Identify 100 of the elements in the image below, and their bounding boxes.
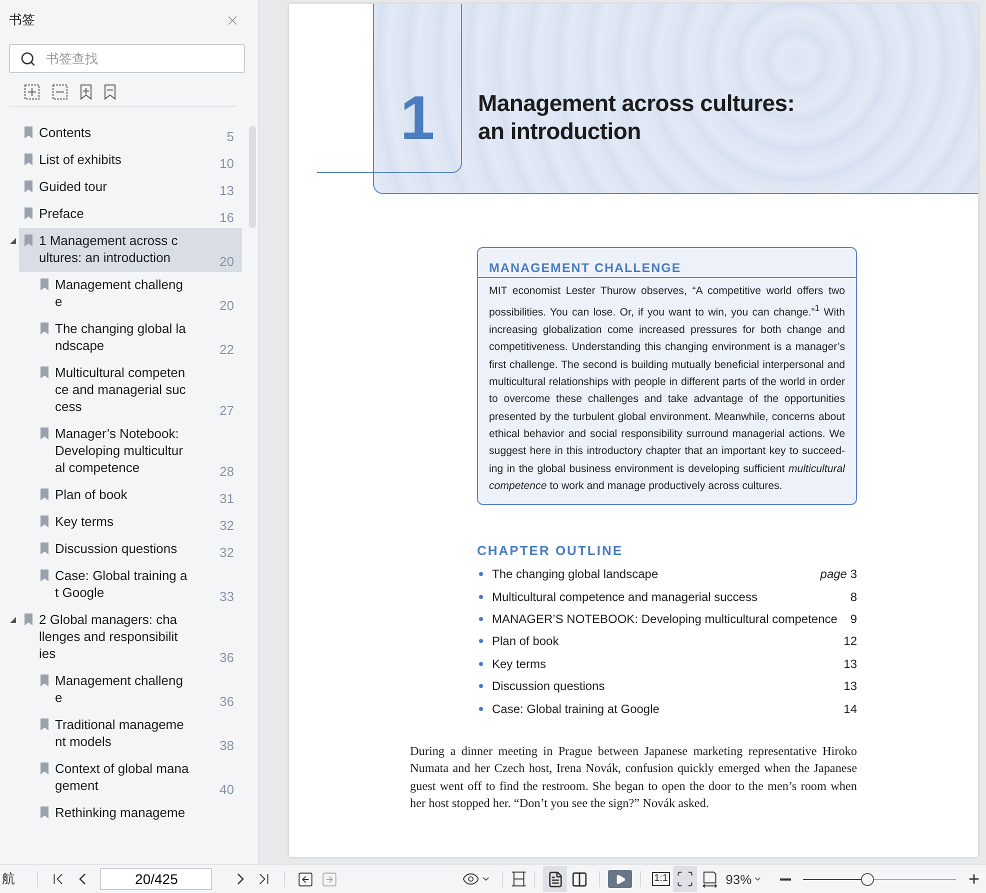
outline-page: 8 [850,590,857,604]
bookmark-label: 1 Management across cultures: an introduction [39,232,179,266]
search-input[interactable]: 书签查找 [44,50,234,67]
bookmark-item[interactable]: Plan of book 31 [19,482,242,509]
bookmark-item[interactable]: Manager’s Notebook: Developing multicultural competence 28 [19,421,242,482]
bookmark-item[interactable]: Guided tour 13 [19,174,242,201]
bookmark-icon [24,180,33,193]
page-number: 22 [220,342,234,357]
bookmark-label: Management challenge [55,672,184,706]
outline-page: page 3 [820,567,857,582]
chapter-title: Management across cultures: an introduction [478,89,796,145]
bookmark-item[interactable]: Traditional management models 38 [19,712,242,756]
chapter-number: 1 [400,88,435,150]
search-icon [20,50,36,66]
bookmark-icon [40,762,49,775]
collapse-all-icon[interactable] [52,84,68,100]
outline-page: 14 [844,702,857,716]
remove-bookmark-icon[interactable] [104,84,116,100]
bookmark-item[interactable]: Multicultural competence and managerial success 27 [19,360,242,421]
bookmark-icon [40,674,49,687]
outline-page: 13 [844,679,857,694]
bookmark-item[interactable]: Rethinking manageme [19,800,242,827]
outline-page: 12 [844,634,857,648]
bookmark-icon [40,569,49,582]
fit-page-icon [676,870,694,888]
outline-page: 9 [850,612,857,626]
bookmark-item[interactable]: Context of global management 40 [19,756,242,800]
bookmark-label: The changing global landscape [55,320,187,354]
box-heading: MANAGEMENT CHALLENGE [478,248,856,278]
bullet-icon [479,594,483,599]
add-bookmark-icon[interactable] [80,84,92,100]
bookmark-item[interactable]: Case: Global training at Google 33 [19,563,242,607]
search-field[interactable]: 书签查找 [9,44,245,73]
play-button[interactable] [608,870,632,888]
page-number: 40 [220,782,234,797]
panel-title: 书签 [9,11,35,29]
scrollbar[interactable] [249,126,256,228]
bookmark-label: Contents [39,124,92,141]
bookmark-icon [40,542,49,555]
page-number: 28 [220,464,234,479]
bookmark-label: Plan of book [55,486,128,503]
page-number: 20 [220,254,234,269]
bookmark-label: Context of global management [55,760,189,794]
nav-label: 航 [2,870,16,888]
bookmark-label: Traditional management models [55,716,185,750]
bookmark-item[interactable]: List of exhibits 10 [19,147,242,174]
fit-page-button[interactable] [673,866,698,892]
bookmark-label: Discussion questions [55,540,178,557]
page-field[interactable]: 20/425 [100,868,212,890]
outline-item: Plan of book [492,634,559,648]
actual-size-button[interactable]: 1:1 [649,866,674,892]
bookmark-icon [40,488,49,501]
bookmark-item[interactable]: The changing global landscape 22 [19,316,242,360]
page-number: 32 [220,518,234,533]
box-text: MIT economist Lester Thurow observes, “A competitive world offers two possibilities. You can lose. Or, if you want to win, you can change.”$^{1}$ With increasing globalization come increased pressures for both change and competitiveness. Understanding this changing environment is a manager’s first challenge. The second is building mutually beneficial interpersonal and multicultural relationships with people in different parts of the world in order to overcome these challenges and take advantage of the opportunities presented by the turbulent global environment. Meanwhile, concerns about ethical behavior and social responsibility surround managerial actions. We suggest here in this introductory chapter that an important key to succeed-ing in the global business environment is developing sufficient multicultural competence to work and manage productively across cultures. [488,284,846,494]
page-number: 27 [220,403,234,418]
outline-item: MANAGER’S NOTEBOOK: Developing multicultural competence [492,612,838,626]
bookmark-label: 2 Global managers: challenges and responsibilities [39,611,179,662]
outline-item: Key terms [492,656,546,671]
outline-item: The changing global landscape [492,567,658,582]
bookmark-label: Case: Global training at Google [55,567,188,601]
page-number: 31 [220,491,234,506]
bookmark-item[interactable]: Preface 16 [19,201,242,228]
bookmark-icon [24,613,33,626]
bookmark-label: Guided tour [39,178,108,195]
zoom-dropdown[interactable]: 93% [722,866,765,892]
bullet-icon [479,617,483,622]
page-number: 36 [220,650,234,665]
bookmark-icon [24,207,33,220]
two-page-icon [570,870,588,888]
bookmark-item[interactable]: Key terms 32 [19,509,242,536]
view-mode-button[interactable] [543,866,568,892]
single-page-icon [546,870,564,888]
bullet-icon [479,684,483,688]
fit-width-icon[interactable] [510,871,526,888]
rotate-page-icon[interactable] [701,870,719,888]
expand-all-icon[interactable] [24,84,40,100]
bookmark-label: Manager’s Notebook: Developing multicultural competence [55,425,184,476]
bookmark-item[interactable]: Contents 5 [19,120,242,147]
page-number: 5 [226,129,234,144]
bullet-icon [479,706,483,711]
bookmark-label: Management challenge [55,276,184,310]
bookmark-label: Key terms [55,513,115,530]
plus-icon [967,872,982,886]
collapse-triangle-icon[interactable] [10,617,16,623]
bullet-icon [479,662,483,666]
play-icon [614,874,626,885]
bookmark-item[interactable]: Management challenge 36 [19,668,242,712]
outline-heading: CHAPTER OUTLINE [477,543,624,558]
bookmark-label: Rethinking manageme [55,804,186,821]
page-number: 36 [220,694,234,709]
bookmark-item[interactable]: Discussion questions 32 [19,536,242,563]
collapse-triangle-icon[interactable] [10,238,16,244]
bookmark-item[interactable]: 2 Global managers: challenges and responsibilities 36 [19,607,242,668]
bookmark-label: List of exhibits [39,151,122,168]
bookmark-label: Multicultural competence and managerial success [55,364,187,415]
outline-item: Discussion questions [492,679,605,694]
slider-thumb[interactable] [861,872,874,886]
bullet-icon [479,572,483,576]
bookmark-item[interactable]: Management challenge 20 [19,272,242,316]
